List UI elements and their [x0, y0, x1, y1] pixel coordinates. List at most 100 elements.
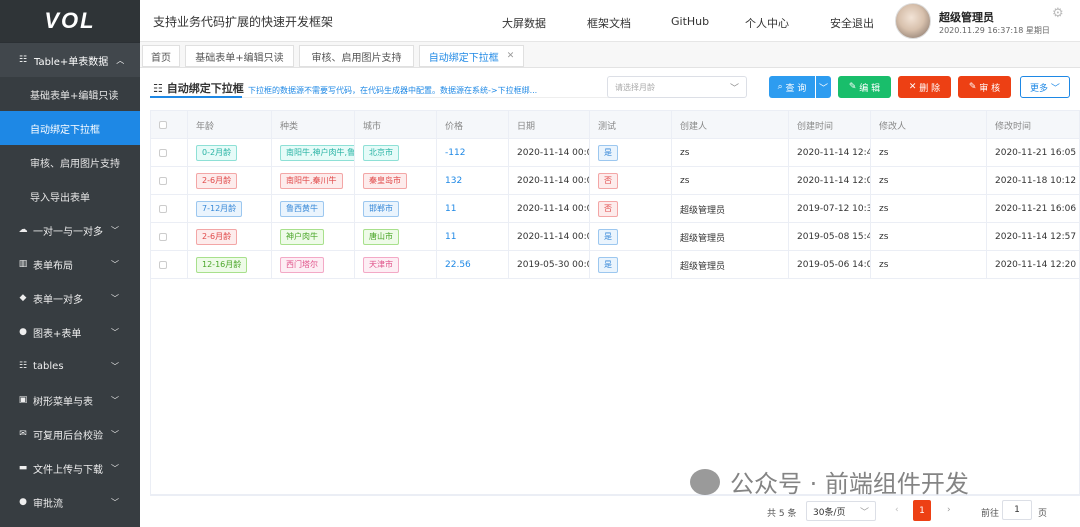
prev-page-icon[interactable]: ‹: [895, 505, 899, 515]
column-header[interactable]: 种类: [272, 111, 355, 139]
sidebar-item[interactable]: ☷ tables ﹀: [0, 349, 140, 383]
creator-value: 超级管理员: [680, 205, 726, 216]
test-tag: 是: [598, 257, 618, 273]
gear-icon[interactable]: ⚙: [1052, 6, 1064, 21]
nav-docs[interactable]: 框架文档: [587, 15, 631, 31]
nav-logout[interactable]: 安全退出: [830, 15, 874, 31]
data-table: 年龄 种类 城市 价格 日期 测试 创建人 创建时间 修改人 修改时间 0-2月…: [150, 110, 1080, 495]
table-cell: 是: [590, 223, 672, 251]
row-checkbox[interactable]: [159, 149, 167, 157]
price-value[interactable]: 11: [445, 232, 456, 242]
row-checkbox[interactable]: [159, 261, 167, 269]
chevron-down-icon: ﹀: [111, 395, 119, 405]
search-dropdown-button[interactable]: ﹀: [815, 76, 831, 98]
column-header[interactable]: 修改时间: [987, 111, 1079, 139]
select-all-checkbox[interactable]: [159, 121, 167, 129]
pagination: 共 5 条 30条/页 ﹀ ‹ 1 › 前往 1 页: [150, 495, 1080, 527]
tab-label: 首页: [151, 52, 171, 64]
table-cell: 鲁西黄牛: [272, 195, 355, 223]
sidebar-item[interactable]: ▬ 文件上传与下载 ﹀: [0, 451, 140, 485]
sidebar-subitem-audit[interactable]: 审核、启用图片支持: [0, 145, 140, 179]
modifier-value: zs: [879, 176, 889, 186]
row-checkbox[interactable]: [159, 177, 167, 185]
column-header[interactable]: 创建人: [672, 111, 789, 139]
tab-home[interactable]: 首页: [142, 45, 180, 67]
cube-icon: ◆: [19, 293, 27, 303]
modifier-value: zs: [879, 148, 889, 158]
table-cell: zs: [672, 167, 789, 195]
column-header[interactable]: 创建时间: [789, 111, 871, 139]
age-tag: 12-16月龄: [196, 257, 248, 273]
sidebar-subitem-auto-dropdown[interactable]: 自动绑定下拉框: [0, 111, 140, 145]
column-header[interactable]: 日期: [509, 111, 590, 139]
nav-github[interactable]: GitHub: [671, 15, 709, 28]
nav-dashboard[interactable]: 大屏数据: [502, 15, 546, 31]
sidebar-subitem-basic-form[interactable]: 基础表单+编辑只读: [0, 77, 140, 111]
header-slogan: 支持业务代码扩展的快速开发框架: [153, 15, 334, 29]
table-cell: zs: [672, 139, 789, 167]
table-cell: 2-6月龄: [188, 223, 272, 251]
edit-button[interactable]: ✎ 编 辑: [838, 76, 891, 98]
sidebar-item[interactable]: ▥ 表单布局 ﹀: [0, 247, 140, 281]
title-underline: [150, 96, 242, 98]
table-row[interactable]: 2-6月龄 南阳牛,秦川牛 秦皇岛市 132 2020-11-14 00:00 否 zs 20…: [151, 167, 1079, 195]
goto-page-input[interactable]: 1: [1002, 500, 1032, 520]
month-select[interactable]: 请选择月龄 ﹀: [607, 76, 747, 98]
table-row[interactable]: 12-16月龄 西门塔尔 天津市 22.56 2019-05-30 00:00 是 超级管理…: [151, 251, 1079, 279]
table-cell: [151, 251, 188, 279]
table-cell: 7-12月龄: [188, 195, 272, 223]
sidebar-item[interactable]: ☁ 一对一与一对多 ﹀: [0, 213, 140, 247]
table-cell: 唐山市: [355, 223, 437, 251]
grid-icon: ☷: [18, 55, 28, 65]
more-button[interactable]: 更多 ﹀: [1020, 76, 1070, 98]
audit-button[interactable]: ✎ 审 核: [958, 76, 1011, 98]
table-row[interactable]: 7-12月龄 鲁西黄牛 邯郸市 11 2020-11-14 00:00 否 超级管理员 201…: [151, 195, 1079, 223]
column-header[interactable]: 价格: [437, 111, 509, 139]
sidebar-item[interactable]: ✉ 可复用后台校验 ﹀: [0, 417, 140, 451]
sidebar-subitem-import-export[interactable]: 导入导出表单: [0, 179, 140, 213]
delete-button[interactable]: ✕ 删 除: [898, 76, 951, 98]
logo: VOL: [0, 0, 140, 42]
city-tag: 秦皇岛市: [363, 173, 407, 189]
table-cell: 秦皇岛市: [355, 167, 437, 195]
table-cell: 2020-11-14 12:04: [789, 167, 871, 195]
creator-value: 超级管理员: [680, 261, 726, 272]
sidebar-item-label: tables: [33, 360, 64, 372]
page-size-select[interactable]: 30条/页 ﹀: [806, 501, 876, 521]
sidebar-item[interactable]: ● 审批流 ﹀: [0, 485, 140, 519]
close-icon[interactable]: ✕: [507, 51, 515, 61]
tab-audit[interactable]: 审核、启用图片支持: [299, 45, 414, 67]
column-header[interactable]: 年龄: [188, 111, 272, 139]
tab-basic-form[interactable]: 基础表单+编辑只读: [185, 45, 294, 67]
sidebar-item[interactable]: ▣ 树形菜单与表 ﹀: [0, 383, 140, 417]
column-header[interactable]: 城市: [355, 111, 437, 139]
row-checkbox[interactable]: [159, 233, 167, 241]
column-header[interactable]: 测试: [590, 111, 672, 139]
table-row[interactable]: 2-6月龄 神户肉牛 唐山市 11 2020-11-14 00:00 是 超级管理员 2019…: [151, 223, 1079, 251]
sidebar-item-label: 树形菜单与表: [33, 396, 93, 408]
price-value[interactable]: -112: [445, 148, 465, 158]
sidebar-item[interactable]: ◆ 表单一对多 ﹀: [0, 281, 140, 315]
table-cell: 2020-11-14 00:00: [509, 195, 590, 223]
search-button-label: 查 询: [785, 83, 807, 94]
next-page-icon[interactable]: ›: [947, 505, 951, 515]
sidebar-item[interactable]: ● 图表+表单 ﹀: [0, 315, 140, 349]
table-cell: 南阳牛,神户肉牛,鲁: [272, 139, 355, 167]
page-number-current[interactable]: 1: [913, 500, 931, 521]
nav-profile[interactable]: 个人中心: [745, 15, 789, 31]
search-button[interactable]: ⌕ 查 询: [769, 76, 815, 98]
sidebar-group-table[interactable]: ☷ Table+单表数据 ︿: [0, 42, 140, 77]
cloud-icon: ☁: [18, 225, 28, 235]
row-checkbox[interactable]: [159, 205, 167, 213]
created-value: 2019-05-08 15:42: [797, 232, 871, 242]
price-value[interactable]: 132: [445, 176, 462, 186]
table-row[interactable]: 0-2月龄 南阳牛,神户肉牛,鲁 北京市 -112 2020-11-14 00:00 是 z…: [151, 139, 1079, 167]
avatar[interactable]: [895, 3, 931, 39]
test-tag: 是: [598, 229, 618, 245]
price-value[interactable]: 22.56: [445, 260, 471, 270]
tab-auto-dropdown[interactable]: 自动绑定下拉框 ✕: [419, 45, 524, 67]
column-header[interactable]: 修改人: [871, 111, 987, 139]
bar-chart-icon: ▥: [18, 259, 28, 269]
price-value[interactable]: 11: [445, 204, 456, 214]
chevron-down-icon: ﹀: [111, 293, 119, 303]
